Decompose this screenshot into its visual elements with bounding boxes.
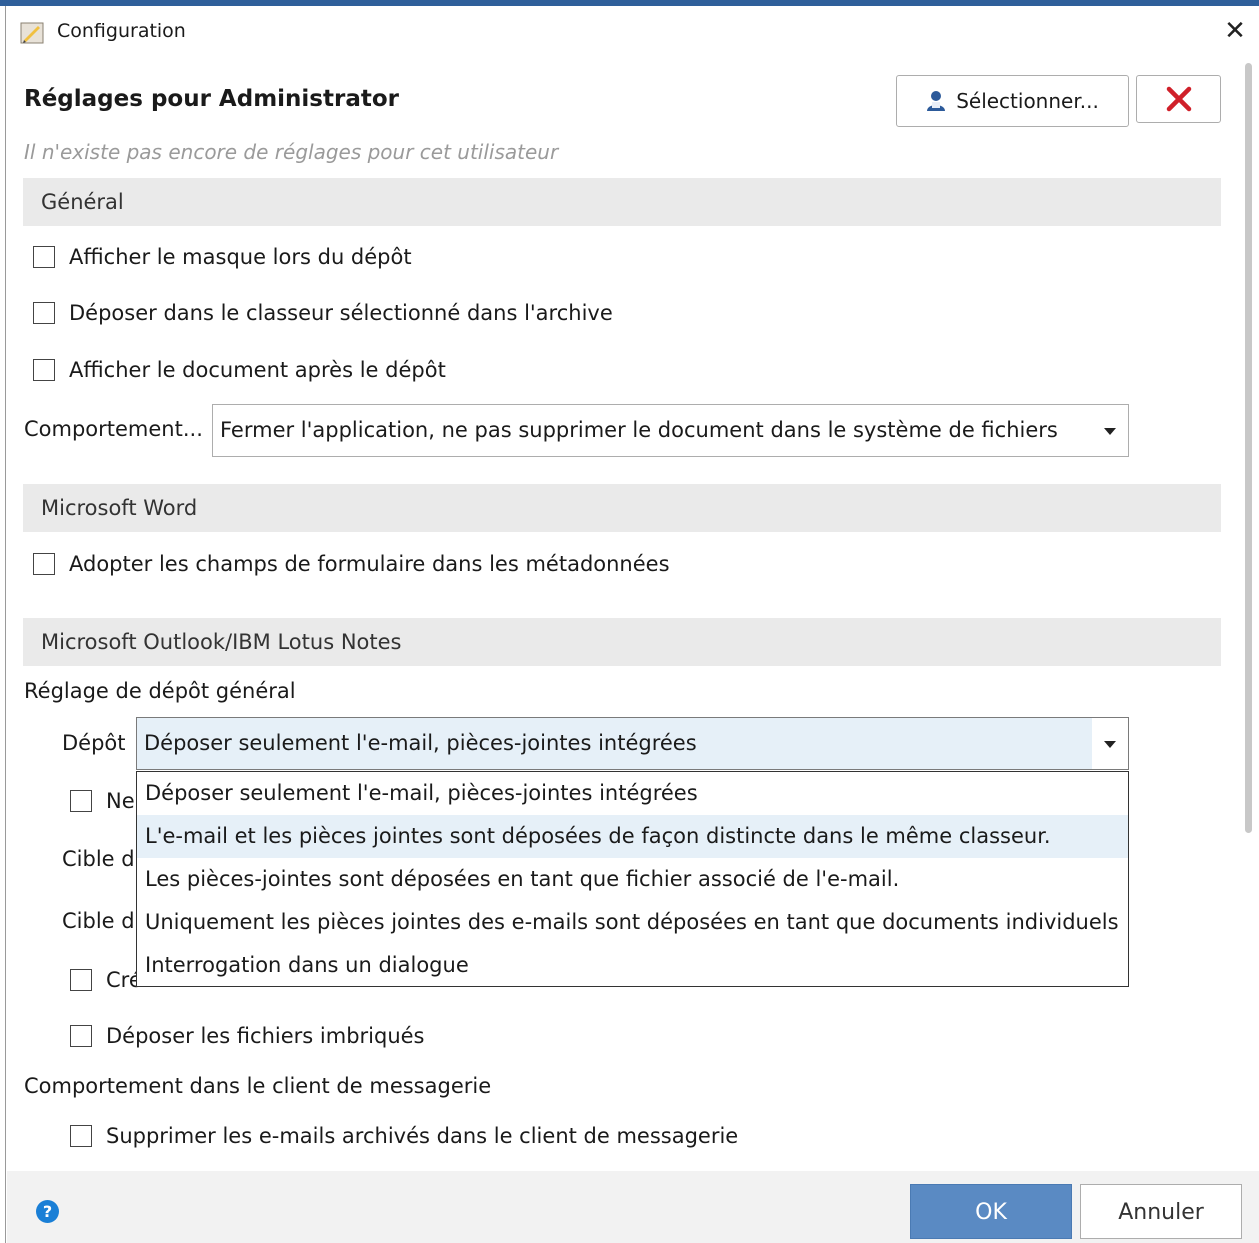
delete-button[interactable] xyxy=(1136,75,1221,123)
window-left-edge xyxy=(0,6,6,1243)
dropdown-option[interactable]: Interrogation dans un dialogue xyxy=(137,944,1128,987)
section-outlook-notes: Microsoft Outlook/IBM Lotus Notes xyxy=(23,618,1221,666)
checkbox[interactable] xyxy=(70,790,92,812)
general-filing-setting-label: Réglage de dépôt général xyxy=(24,679,296,703)
window-title: Configuration xyxy=(57,20,186,42)
checkbox[interactable] xyxy=(33,553,55,575)
checkbox-row-partial-1[interactable]: Ne xyxy=(70,789,135,813)
chevron-down-icon xyxy=(1104,741,1116,748)
checkbox[interactable] xyxy=(33,359,55,381)
checkbox-row-file-selected-folder[interactable]: Déposer dans le classeur sélectionné dan… xyxy=(33,301,613,325)
behavior-select-value: Fermer l'application, ne pas supprimer l… xyxy=(220,418,1058,442)
dropdown-option[interactable]: Uniquement les pièces jointes des e-mail… xyxy=(137,901,1128,944)
configuration-dialog: Configuration ✕ Réglages pour Administra… xyxy=(7,6,1259,1243)
checkbox-row-show-mask[interactable]: Afficher le masque lors du dépôt xyxy=(33,245,412,269)
depot-select-value: Déposer seulement l'e-mail, pièces-joint… xyxy=(144,731,697,755)
checkbox-row-partial-2[interactable]: Cré xyxy=(70,968,142,992)
mail-client-behavior-label: Comportement dans le client de messageri… xyxy=(24,1074,492,1098)
delete-x-icon xyxy=(1166,86,1191,112)
behavior-select[interactable]: Fermer l'application, ne pas supprimer l… xyxy=(212,404,1129,457)
dropdown-option[interactable]: Déposer seulement l'e-mail, pièces-joint… xyxy=(137,772,1128,815)
checkbox-label: Supprimer les e-mails archivés dans le c… xyxy=(106,1124,739,1148)
depot-select[interactable]: Déposer seulement l'e-mail, pièces-joint… xyxy=(136,717,1129,770)
checkbox[interactable] xyxy=(70,1125,92,1147)
checkbox-row-show-document[interactable]: Afficher le document après le dépôt xyxy=(33,358,446,382)
target-label-2: Cible d xyxy=(62,909,135,933)
page-title: Réglages pour Administrator xyxy=(24,86,399,112)
help-icon[interactable]: ? xyxy=(36,1200,59,1223)
chevron-down-icon xyxy=(1104,428,1116,435)
checkbox-row-adopt-form-fields[interactable]: Adopter les champs de formulaire dans le… xyxy=(33,552,670,576)
no-settings-notice: Il n'existe pas encore de réglages pour … xyxy=(24,140,559,164)
dropdown-option[interactable]: Les pièces-jointes sont déposées en tant… xyxy=(137,858,1128,901)
app-icon xyxy=(20,22,44,44)
checkbox-label: Ne xyxy=(106,789,135,813)
scrollbar-thumb[interactable] xyxy=(1245,63,1252,833)
ok-button[interactable]: OK xyxy=(910,1184,1072,1239)
select-user-label: Sélectionner... xyxy=(956,89,1099,113)
checkbox-label: Adopter les champs de formulaire dans le… xyxy=(69,552,670,576)
vertical-scrollbar[interactable] xyxy=(1242,61,1252,1171)
target-label-1: Cible d xyxy=(62,847,135,871)
checkbox-label: Afficher le document après le dépôt xyxy=(69,358,446,382)
section-general: Général xyxy=(23,178,1221,226)
select-user-button[interactable]: Sélectionner... xyxy=(896,75,1129,127)
close-icon[interactable]: ✕ xyxy=(1220,16,1250,46)
checkbox[interactable] xyxy=(33,302,55,324)
checkbox-label: Déposer les fichiers imbriqués xyxy=(106,1024,425,1048)
checkbox-row-nested-files[interactable]: Déposer les fichiers imbriqués xyxy=(70,1024,425,1048)
depot-label: Dépôt xyxy=(62,731,126,755)
cancel-button[interactable]: Annuler xyxy=(1080,1184,1242,1239)
dropdown-option[interactable]: L'e-mail et les pièces jointes sont dépo… xyxy=(137,815,1128,858)
checkbox-label: Afficher le masque lors du dépôt xyxy=(69,245,412,269)
behavior-label: Comportement... xyxy=(24,417,203,441)
checkbox[interactable] xyxy=(70,969,92,991)
checkbox-label: Déposer dans le classeur sélectionné dan… xyxy=(69,301,613,325)
checkbox-row-delete-archived[interactable]: Supprimer les e-mails archivés dans le c… xyxy=(70,1124,738,1148)
checkbox[interactable] xyxy=(70,1025,92,1047)
title-bar: Configuration ✕ xyxy=(7,6,1259,58)
checkbox[interactable] xyxy=(33,246,55,268)
depot-dropdown-list: Déposer seulement l'e-mail, pièces-joint… xyxy=(136,771,1129,987)
user-icon xyxy=(927,91,946,111)
section-microsoft-word: Microsoft Word xyxy=(23,484,1221,532)
